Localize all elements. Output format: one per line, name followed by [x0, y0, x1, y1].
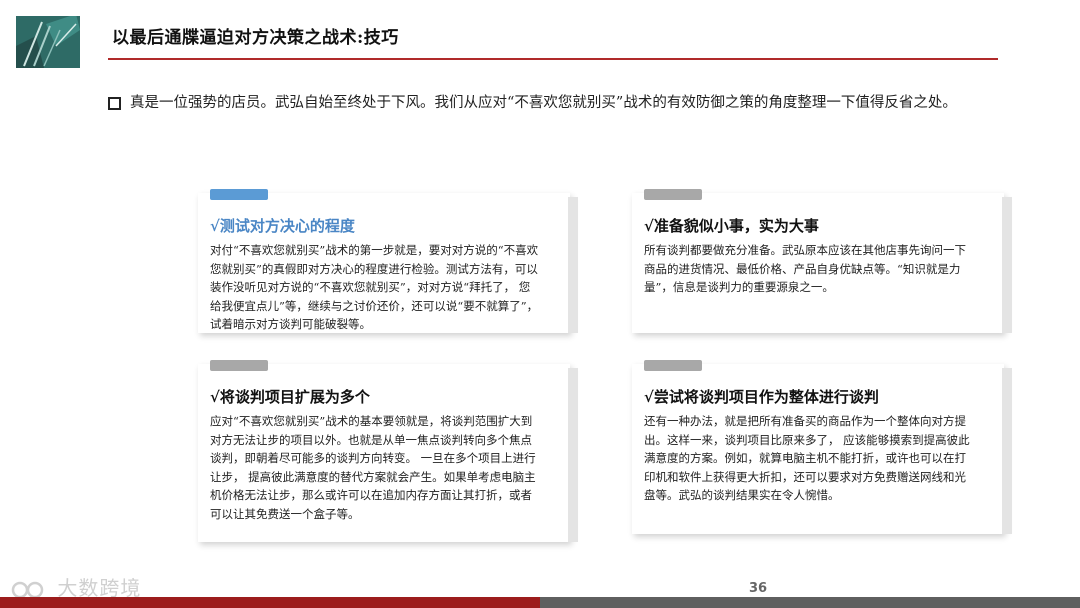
- card-shadow: [1002, 368, 1012, 534]
- card-shadow: [568, 197, 578, 333]
- card-title: √尝试将谈判项目作为整体进行谈判: [644, 388, 879, 406]
- card-body: 所有谈判都要做充分准备。武弘原本应该在其他店事先询问一下商品的进货情况、最低价格…: [644, 243, 966, 294]
- card-test-resolve: √测试对方决心的程度 对付“不喜欢您就别买”战术的第一步就是，要对对方说的“不喜…: [198, 189, 578, 333]
- card-tab-marker: [210, 360, 268, 371]
- card-tab-marker: [210, 189, 268, 200]
- card-title: √将谈判项目扩展为多个: [210, 388, 370, 406]
- card-expand-items: √将谈判项目扩展为多个 应对“不喜欢您就别买”战术的基本要领就是，将谈判范围扩大…: [198, 360, 578, 542]
- logo-image: [16, 16, 80, 68]
- footer-bar-red: [0, 597, 540, 608]
- intro-paragraph: 真是一位强势的店员。武弘自始至终处于下风。我们从应对“不喜欢您就别买”战术的有效…: [108, 92, 988, 114]
- square-bullet-icon: [108, 97, 121, 110]
- card-body: 对付“不喜欢您就别买”战术的第一步就是，要对对方说的“不喜欢您就别买”的真假即对…: [210, 243, 539, 331]
- page-number: 36: [749, 581, 768, 596]
- card-tab-marker: [644, 189, 702, 200]
- card-bundle-negotiation: √尝试将谈判项目作为整体进行谈判 还有一种办法，就是把所有准备买的商品作为一个整…: [632, 360, 1012, 534]
- intro-text: 真是一位强势的店员。武弘自始至终处于下风。我们从应对“不喜欢您就别买”战术的有效…: [130, 95, 957, 111]
- card-preparation: √准备貌似小事，实为大事 所有谈判都要做充分准备。武弘原本应该在其他店事先询问一…: [632, 189, 1012, 333]
- card-title: √测试对方决心的程度: [210, 217, 355, 235]
- card-title: √准备貌似小事，实为大事: [644, 217, 819, 235]
- page-title: 以最后通牒逼迫对方决策之战术:技巧: [112, 28, 399, 48]
- card-shadow: [1002, 197, 1012, 333]
- card-body: 还有一种办法，就是把所有准备买的商品作为一个整体向对方提出。这样一来，谈判项目比…: [644, 414, 970, 502]
- card-body: 应对“不喜欢您就别买”战术的基本要领就是，将谈判范围扩大到对方无法让步的项目以外…: [210, 414, 536, 521]
- title-divider: [108, 58, 998, 60]
- card-shadow: [568, 368, 578, 542]
- card-tab-marker: [644, 360, 702, 371]
- footer-bar-gray: [540, 597, 1080, 608]
